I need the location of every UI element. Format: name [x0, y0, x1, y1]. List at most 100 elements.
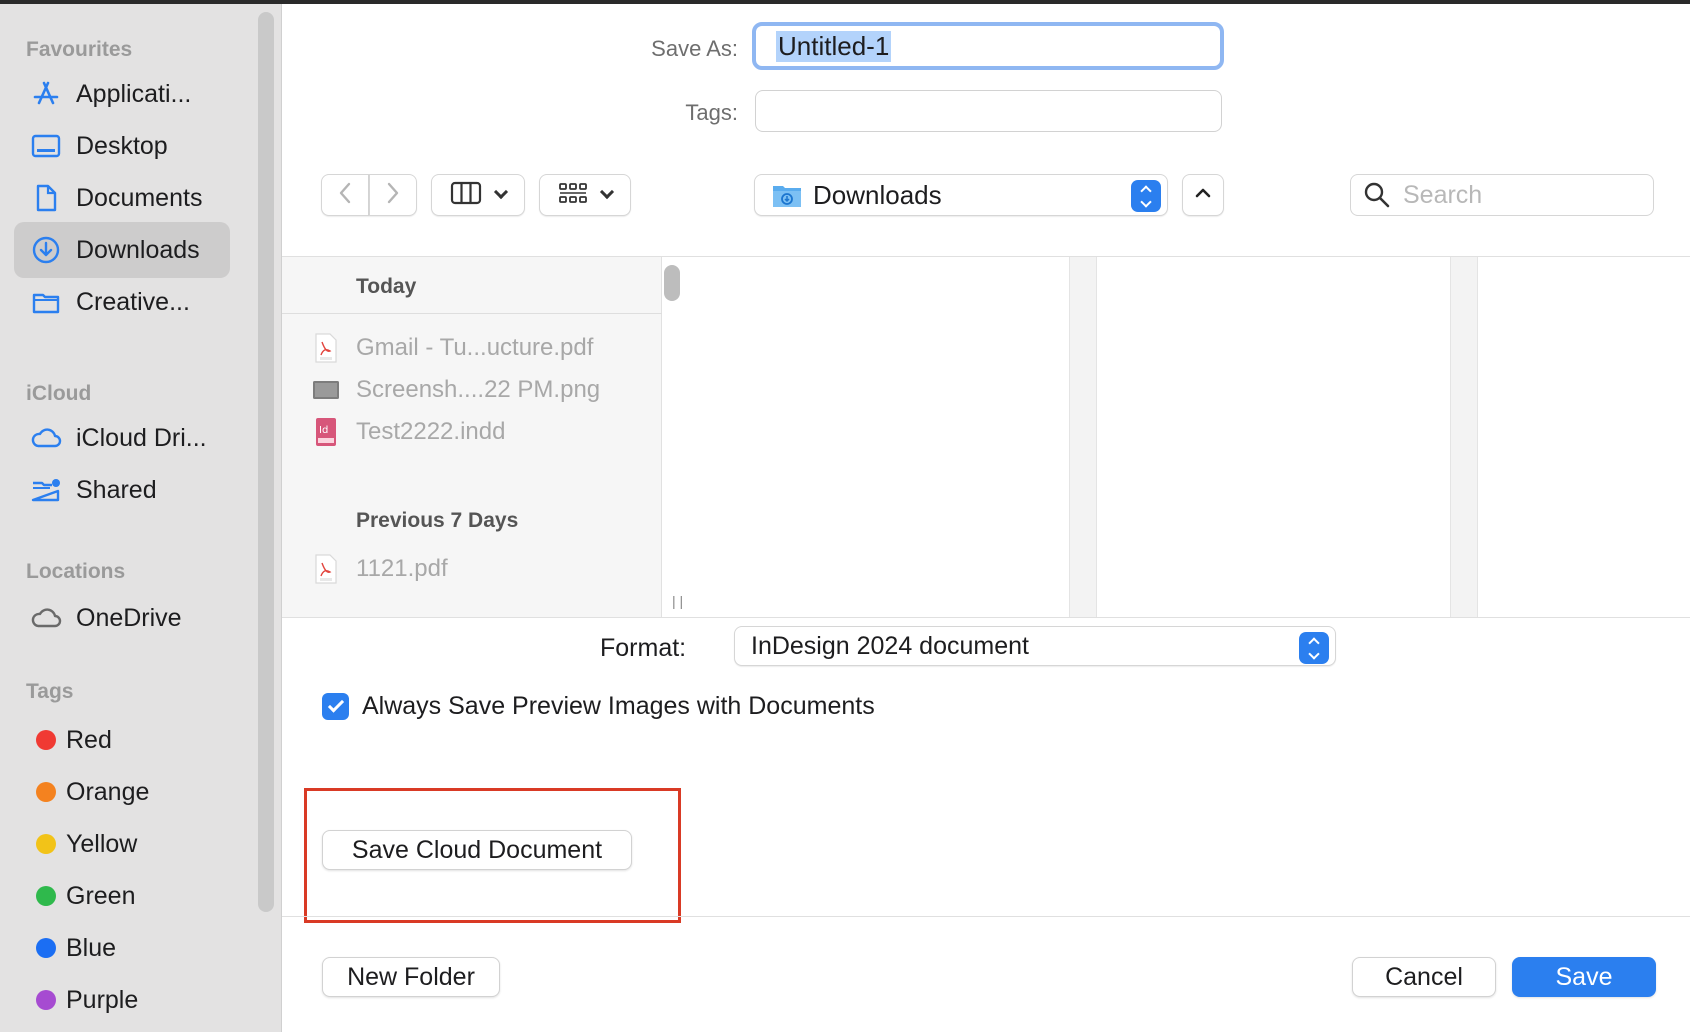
column-separator[interactable] — [1450, 257, 1478, 617]
sidebar-item-label: Yellow — [66, 829, 138, 858]
file-row[interactable]: Gmail - Tu...ucture.pdf — [312, 333, 593, 363]
footer-divider — [282, 916, 1690, 917]
format-label: Format: — [600, 634, 687, 662]
browser-column-downloads: Today Gmail - Tu...ucture.pdf Screensh..… — [282, 257, 662, 617]
sidebar: Favourites Applicati... Desktop Document… — [0, 4, 282, 1032]
tag-color-dot — [36, 782, 56, 802]
format-popup[interactable]: InDesign 2024 document — [734, 626, 1336, 666]
popup-stepper-icon — [1299, 632, 1329, 664]
file-name: Gmail - Tu...ucture.pdf — [356, 334, 594, 361]
file-row[interactable]: Id Test2222.indd — [312, 417, 505, 447]
sidebar-item-desktop[interactable]: Desktop — [14, 118, 230, 174]
chevron-up-icon — [1194, 186, 1212, 205]
sidebar-tag-yellow[interactable]: Yellow — [14, 816, 230, 872]
image-file-icon — [312, 375, 340, 405]
sidebar-item-shared[interactable]: Shared — [14, 462, 230, 518]
sidebar-item-label: OneDrive — [76, 603, 182, 632]
sidebar-item-onedrive[interactable]: OneDrive — [14, 590, 230, 646]
chevron-down-icon — [493, 184, 509, 200]
view-mode-button[interactable] — [431, 174, 525, 216]
section-favourites: Favourites — [26, 38, 133, 61]
sidebar-item-applications[interactable]: Applicati... — [14, 66, 230, 122]
sidebar-item-label: Green — [66, 881, 136, 910]
file-row[interactable]: Screensh....22 PM.png — [312, 375, 600, 405]
group-heading-today: Today — [356, 275, 417, 298]
sidebar-item-label: Orange — [66, 777, 150, 806]
indesign-file-icon: Id — [312, 417, 340, 447]
chevron-down-icon — [599, 184, 615, 200]
group-heading-previous-7-days: Previous 7 Days — [356, 509, 519, 532]
sidebar-scrollbar[interactable] — [258, 12, 274, 912]
sidebar-tag-blue[interactable]: Blue — [14, 920, 230, 976]
sidebar-item-downloads[interactable]: Downloads — [14, 222, 230, 278]
save-as-field[interactable]: Untitled-1 — [752, 22, 1224, 70]
sidebar-tag-green[interactable]: Green — [14, 868, 230, 924]
sidebar-item-documents[interactable]: Documents — [14, 170, 230, 226]
applications-icon — [30, 78, 62, 110]
sidebar-item-icloud-drive[interactable]: iCloud Dri... — [14, 410, 230, 466]
file-name: Test2222.indd — [356, 418, 506, 445]
columns-view-icon — [450, 181, 482, 210]
back-button[interactable] — [321, 174, 369, 216]
popup-stepper-icon — [1131, 180, 1161, 212]
save-as-value: Untitled-1 — [776, 30, 892, 62]
group-by-button[interactable] — [539, 174, 631, 216]
location-label: Downloads — [813, 179, 942, 210]
checkmark-icon — [327, 696, 344, 713]
search-icon — [1363, 181, 1391, 209]
collapse-toggle-button[interactable] — [1182, 174, 1224, 216]
file-name: 1121.pdf — [356, 555, 448, 582]
sidebar-item-creative[interactable]: Creative... — [14, 274, 230, 330]
chevron-right-icon — [385, 181, 401, 210]
sidebar-item-label: Shared — [76, 475, 157, 504]
location-popup[interactable]: Downloads — [754, 174, 1168, 216]
sidebar-item-label: Blue — [66, 933, 117, 962]
cloud-icon — [30, 602, 62, 634]
file-row[interactable]: 1121.pdf — [312, 554, 448, 584]
save-button[interactable]: Save — [1512, 957, 1656, 997]
sidebar-item-label: Desktop — [76, 131, 168, 160]
save-cloud-document-button[interactable]: Save Cloud Document — [322, 830, 632, 870]
sidebar-item-label: Creative... — [76, 287, 190, 316]
forward-button[interactable] — [369, 174, 417, 216]
file-name: Screensh....22 PM.png — [356, 376, 601, 403]
chevron-left-icon — [337, 181, 353, 210]
grid-icon — [558, 181, 588, 210]
desktop-icon — [30, 130, 62, 162]
column-scrollbar[interactable] — [664, 265, 680, 301]
sidebar-item-label: Downloads — [76, 235, 200, 264]
column-resize-handle[interactable]: | | — [672, 593, 683, 609]
svg-text:Id: Id — [319, 425, 328, 436]
file-browser: Today Gmail - Tu...ucture.pdf Screensh..… — [282, 256, 1690, 618]
pdf-file-icon — [312, 333, 340, 363]
sidebar-tag-red[interactable]: Red — [14, 712, 230, 768]
tag-color-dot — [36, 834, 56, 854]
section-icloud: iCloud — [26, 382, 92, 405]
preview-images-checkbox[interactable] — [322, 693, 349, 720]
new-folder-button[interactable]: New Folder — [322, 957, 500, 997]
sidebar-item-label: Purple — [66, 985, 139, 1014]
downloads-icon — [30, 234, 62, 266]
cancel-button[interactable]: Cancel — [1352, 957, 1496, 997]
icloud-icon — [30, 422, 62, 454]
sidebar-item-label: iCloud Dri... — [76, 423, 207, 452]
tag-color-dot — [36, 990, 56, 1010]
sidebar-item-label: Applicati... — [76, 79, 192, 108]
document-icon — [30, 182, 62, 214]
group-divider — [282, 313, 662, 314]
folder-icon — [30, 286, 62, 318]
format-value: InDesign 2024 document — [751, 631, 1029, 660]
sidebar-item-label: Red — [66, 725, 112, 754]
tag-color-dot — [36, 938, 56, 958]
preview-images-label: Always Save Preview Images with Document… — [362, 692, 875, 720]
downloads-folder-icon — [771, 181, 803, 209]
sidebar-tag-purple[interactable]: Purple — [14, 972, 230, 1028]
sidebar-tag-orange[interactable]: Orange — [14, 764, 230, 820]
column-separator[interactable] — [1069, 257, 1097, 617]
search-field[interactable] — [1350, 174, 1654, 216]
pdf-file-icon — [312, 554, 340, 584]
tag-color-dot — [36, 730, 56, 750]
shared-folder-icon — [30, 474, 62, 506]
search-input[interactable] — [1403, 180, 1623, 210]
tags-field[interactable] — [755, 90, 1222, 132]
